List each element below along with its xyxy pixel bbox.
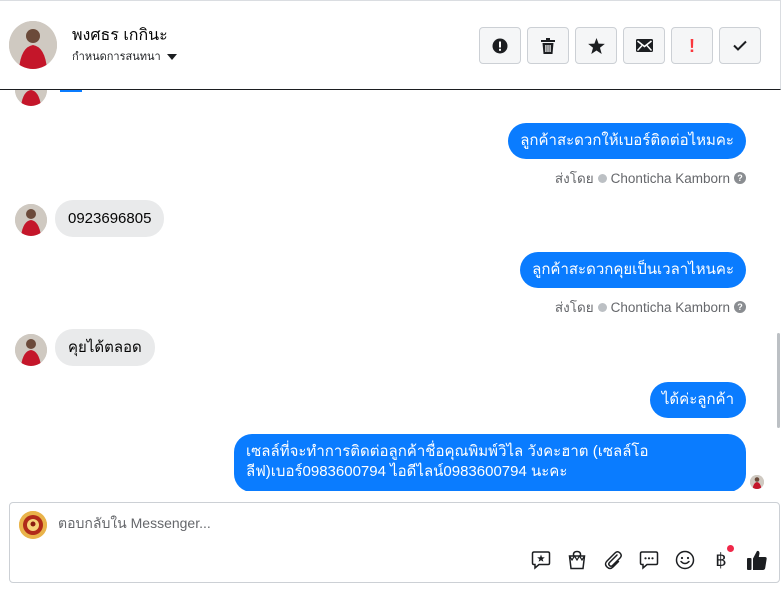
outgoing-message[interactable]: ได้ค่ะลูกค้า [649, 382, 746, 418]
message-thread[interactable]: ลูกค้าสะดวกให้เบอร์ติดต่อไหมคะ ส่งโดย Ch… [0, 90, 781, 491]
contact-name[interactable]: พงศธร เกกินะ [72, 23, 168, 48]
shop-button[interactable] [565, 548, 589, 572]
mail-button[interactable] [623, 27, 665, 64]
checkmark-icon [733, 40, 747, 51]
saved-reply-icon [531, 551, 551, 570]
quick-reply-button[interactable] [637, 548, 661, 572]
star-button[interactable] [575, 27, 617, 64]
star-icon [587, 37, 605, 54]
contact-avatar-small [15, 204, 47, 236]
report-button[interactable] [479, 27, 521, 64]
emoji-button[interactable] [673, 548, 697, 572]
chat-bubble-icon [639, 551, 659, 570]
help-icon[interactable]: ? [734, 172, 746, 184]
incoming-message[interactable]: คุยได้ตลอด [55, 329, 155, 366]
payment-button[interactable]: ฿ [709, 545, 734, 572]
seen-avatar [750, 475, 764, 489]
sent-by-label: ส่งโดย [554, 300, 594, 315]
priority-button[interactable]: ! [671, 27, 713, 64]
sent-by-line: ส่งโดย Chonticha Kamborn ? [555, 296, 746, 318]
conversation-header: พงศธร เกกินะ กำหนดการสนทนา ! [0, 0, 781, 90]
composer-tools: ฿ [529, 545, 769, 572]
thread-scrollbar[interactable] [777, 333, 780, 428]
thumbs-up-icon [747, 550, 767, 570]
done-button[interactable] [719, 27, 761, 64]
verified-check-icon [597, 302, 607, 312]
sent-by-line: ส่งโดย Chonticha Kamborn ? [555, 167, 746, 189]
reply-input[interactable] [58, 515, 698, 531]
previous-message-fragment [60, 90, 82, 92]
outgoing-message[interactable]: ลูกค้าสะดวกให้เบอร์ติดต่อไหมคะ [508, 123, 746, 159]
header-actions: ! [479, 27, 761, 64]
baht-icon: ฿ [715, 549, 727, 571]
contact-avatar-small [15, 90, 47, 106]
assign-label: กำหนดการสนทนา [72, 51, 161, 63]
attach-button[interactable] [601, 548, 625, 572]
exclamation-icon: ! [689, 35, 695, 56]
help-icon[interactable]: ? [734, 301, 746, 313]
outgoing-message[interactable]: ลูกค้าสะดวกคุยเป็นเวลาไหนคะ [520, 252, 746, 288]
notification-dot [727, 545, 734, 552]
sent-by-label: ส่งโดย [554, 171, 594, 186]
contact-avatar-small [15, 334, 47, 366]
sender-name[interactable]: Chonticha Kamborn [611, 171, 730, 186]
like-button[interactable] [745, 548, 769, 572]
smiley-icon [675, 550, 695, 570]
shop-bag-icon [568, 550, 586, 570]
trash-icon [541, 37, 555, 54]
verified-check-icon [597, 173, 607, 183]
assign-conversation-dropdown[interactable]: กำหนดการสนทนา [72, 47, 177, 65]
sender-name[interactable]: Chonticha Kamborn [611, 300, 730, 315]
caret-down-icon [166, 53, 177, 60]
alert-circle-icon [492, 38, 508, 53]
saved-reply-button[interactable] [529, 548, 553, 572]
contact-avatar[interactable] [9, 21, 57, 69]
incoming-message[interactable]: 0923696805 [55, 200, 165, 237]
outgoing-message[interactable]: เซลล์ที่จะทำการติดต่อลูกค้าชื่อคุณพิมพ์ว… [234, 434, 746, 491]
paperclip-icon [604, 551, 622, 570]
reply-composer: ฿ [9, 502, 780, 583]
page-avatar [19, 511, 47, 539]
envelope-icon [635, 39, 653, 52]
trash-button[interactable] [527, 27, 569, 64]
